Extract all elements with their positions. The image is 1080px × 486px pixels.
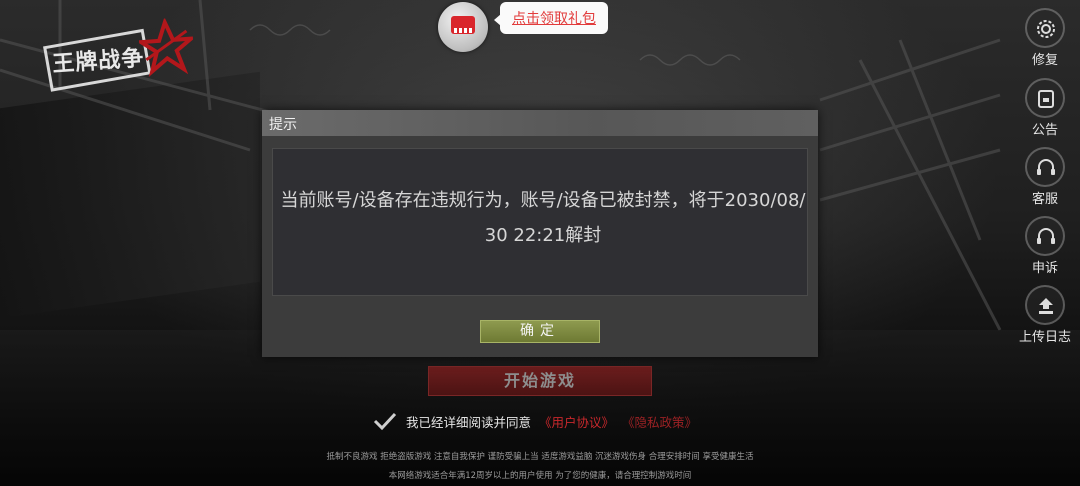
health-notice-line1: 抵制不良游戏 拒绝盗版游戏 注意自我保护 谨防受骗上当 适度游戏益脑 沉迷游戏伤… [326,452,754,462]
logo-text: 王牌战争 [51,45,146,78]
alert-dialog: 提示 当前账号/设备存在违规行为，账号/设备已被封禁，将于2030/08/30 … [262,110,818,357]
health-notice-line2: 本网络游戏适合年满12周岁以上的用户使用 为了您的健康，请合理控制游戏时间 [388,471,692,481]
agreement-row: 我已经详细阅读并同意 《用户协议》 《隐私政策》 [372,410,697,432]
side-item-repair[interactable]: 修复 [1010,8,1080,72]
game-logo: 王牌战争 [38,16,196,95]
side-item-support[interactable]: 客服 [1010,147,1080,211]
side-item-label: 上传日志 [1018,330,1071,345]
dialog-body: 当前账号/设备存在违规行为，账号/设备已被封禁，将于2030/08/30 22:… [272,148,808,296]
start-game-button[interactable]: 开始游戏 [428,366,652,396]
dialog-title: 提示 [269,117,297,133]
privacy-policy-link[interactable]: 《隐私政策》 [622,412,697,431]
side-item-appeal[interactable]: 申诉 [1010,216,1080,280]
side-item-label: 公告 [1031,123,1058,138]
dialog-titlebar: 提示 [262,110,818,136]
side-item-upload-log[interactable]: 上传日志 [1010,285,1080,349]
gear-icon [1025,8,1065,48]
claim-gift-link[interactable]: 点击领取礼包 [494,2,608,34]
ban-message: 当前账号/设备存在违规行为，账号/设备已被封禁，将于2030/08/30 22:… [280,190,806,246]
side-item-label: 客服 [1031,192,1058,207]
agreement-checkbox[interactable] [372,411,398,431]
gift-chest-icon[interactable] [438,2,488,52]
agreement-text: 我已经详细阅读并同意 [406,414,532,430]
side-item-notice[interactable]: 公告 [1010,78,1080,142]
confirm-button[interactable]: 确定 [480,320,600,343]
background-building [0,71,260,319]
upload-icon [1025,285,1065,325]
notice-icon [1025,78,1065,118]
headset-icon [1025,216,1065,256]
logo-emblem-icon [137,16,196,78]
checkmark-icon [373,412,397,431]
side-item-label: 申诉 [1031,261,1058,276]
user-agreement-link[interactable]: 《用户协议》 [539,412,614,431]
gift-chest-teeth [454,28,472,33]
side-item-label: 修复 [1031,53,1058,68]
headset-icon [1025,147,1065,187]
